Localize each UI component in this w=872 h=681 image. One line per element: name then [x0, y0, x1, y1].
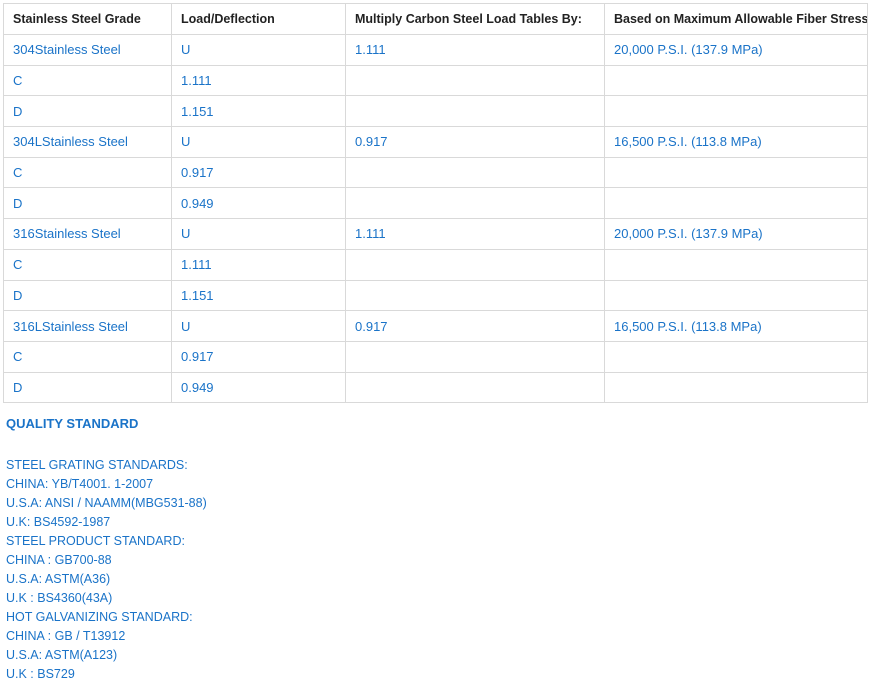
standard-line: U.K : BS4360(43A) [6, 591, 113, 605]
table-cell: 0.917 [345, 310, 605, 342]
table-cell [345, 279, 605, 312]
table-row: D 1.151 [3, 95, 868, 128]
table-cell: C [3, 340, 172, 373]
page: Stainless Steel Grade Load/Deflection Mu… [0, 0, 872, 681]
table-cell: 0.917 [171, 340, 346, 373]
table-cell: U [171, 126, 346, 158]
standard-line: U.S.A: ASTM(A123) [6, 648, 118, 662]
table-cell [345, 340, 605, 373]
table-body: 304Stainless Steel U 1.111 20,000 P.S.I. (1… [3, 34, 868, 404]
table-cell [604, 340, 868, 373]
table-cell: 0.949 [171, 187, 346, 220]
table-cell: 1.151 [171, 95, 346, 128]
table-cell [345, 187, 605, 220]
table-cell [604, 95, 868, 128]
table-cell: 20,000 P.S.I. (137.9 MPa) [604, 218, 868, 250]
table-row: 304Stainless Steel U 1.111 20,000 P.S.I. (1… [3, 34, 868, 66]
table-row: C 1.111 [3, 64, 868, 97]
table-row: C 0.917 [3, 340, 868, 373]
table-cell: 304Stainless Steel [3, 34, 172, 66]
table-cell: C [3, 248, 172, 281]
table-cell: U [171, 34, 346, 66]
table-row: D 1.151 [3, 279, 868, 312]
table-cell: 16,500 P.S.I. (113.8 MPa) [604, 126, 868, 158]
column-header-multiplier: Multiply Carbon Steel Load Tables By: [345, 3, 605, 35]
table-cell [604, 187, 868, 220]
table-cell [345, 371, 605, 404]
column-header-fiber-stress: Based on Maximum Allowable Fiber Stress [604, 3, 868, 35]
table-cell [604, 279, 868, 312]
table-cell: 16,500 P.S.I. (113.8 MPa) [604, 310, 868, 342]
table-cell: D [3, 95, 172, 128]
table-row: C 0.917 [3, 156, 868, 189]
table-cell: U [171, 218, 346, 250]
table-cell: 0.917 [345, 126, 605, 158]
table-cell: 1.111 [171, 64, 346, 97]
standard-line: CHINA: YB/T4001. 1-2007 [6, 477, 154, 491]
table-cell [345, 64, 605, 97]
standard-line: U.S.A: ANSI / NAAMM(MBG531-88) [6, 496, 207, 510]
table-cell: 0.917 [171, 156, 346, 189]
standards-list: STEEL GRATING STANDARDS: CHINA: YB/T4001.… [6, 456, 207, 681]
standard-line: STEEL GRATING STANDARDS: [6, 458, 188, 472]
table-cell [604, 248, 868, 281]
table-cell: 1.111 [345, 34, 605, 66]
standard-line: CHINA : GB / T13912 [6, 629, 126, 643]
standard-line: U.K: BS4592-1987 [6, 515, 111, 529]
table-cell [345, 95, 605, 128]
table-cell: 1.111 [345, 218, 605, 250]
table-header-row: Stainless Steel Grade Load/Deflection Mu… [3, 3, 868, 35]
table-cell: D [3, 187, 172, 220]
table-cell: 1.151 [171, 279, 346, 312]
table-cell: 316LStainless Steel [3, 310, 172, 342]
table-cell: C [3, 64, 172, 97]
table-cell [604, 156, 868, 189]
table-cell: C [3, 156, 172, 189]
table-cell: D [3, 371, 172, 404]
table-cell: 1.111 [171, 248, 346, 281]
table-cell: 0.949 [171, 371, 346, 404]
table-row: D 0.949 [3, 371, 868, 404]
table-cell [345, 248, 605, 281]
table-row: 304LStainless Steel U 0.917 16,500 P.S.I. (… [3, 126, 868, 158]
table-cell: D [3, 279, 172, 312]
standard-line: U.S.A: ASTM(A36) [6, 572, 111, 586]
standard-line: STEEL PRODUCT STANDARD: [6, 534, 185, 548]
table-cell [345, 156, 605, 189]
table-cell: U [171, 310, 346, 342]
column-header-grade: Stainless Steel Grade [3, 3, 172, 35]
table-row: C 1.111 [3, 248, 868, 281]
quality-standard-heading: QUALITY STANDARD [6, 416, 139, 431]
load-table: Stainless Steel Grade Load/Deflection Mu… [3, 3, 868, 404]
column-header-load-deflection: Load/Deflection [171, 3, 346, 35]
table-cell: 20,000 P.S.I. (137.9 MPa) [604, 34, 868, 66]
table-cell [604, 371, 868, 404]
standard-line: U.K : BS729 [6, 667, 75, 681]
standard-line: CHINA : GB700-88 [6, 553, 112, 567]
table-cell: 304LStainless Steel [3, 126, 172, 158]
table-cell: 316Stainless Steel [3, 218, 172, 250]
standard-line: HOT GALVANIZING STANDARD: [6, 610, 193, 624]
table-cell [604, 64, 868, 97]
table-row: D 0.949 [3, 187, 868, 220]
table-row: 316Stainless Steel U 1.111 20,000 P.S.I. (1… [3, 218, 868, 250]
table-row: 316LStainless Steel U 0.917 16,500 P.S.I. (… [3, 310, 868, 342]
